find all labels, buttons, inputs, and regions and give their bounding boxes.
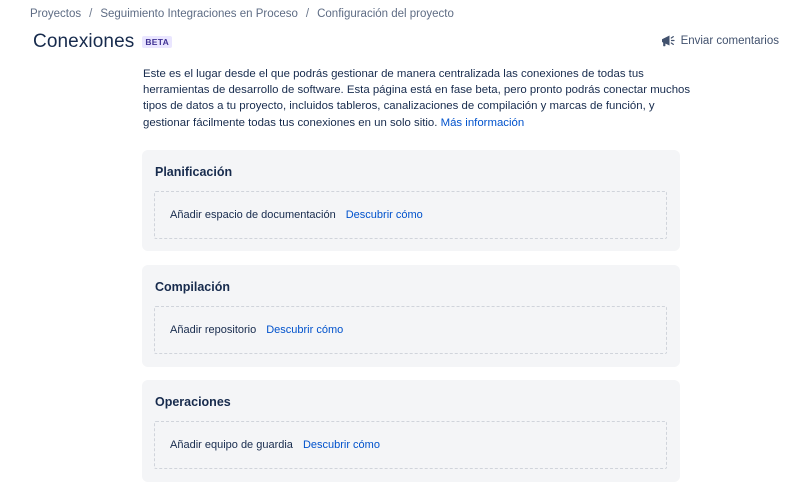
breadcrumb-separator: / bbox=[89, 8, 93, 20]
card-title: Planificación bbox=[155, 165, 233, 179]
card-planificacion: Planificación Añadir espacio de document… bbox=[142, 150, 680, 251]
card-operaciones: Operaciones Añadir equipo de guardia Des… bbox=[142, 380, 680, 482]
breadcrumb-separator: / bbox=[305, 8, 310, 20]
card-compilacion: Compilación Añadir repositorio Descubrir… bbox=[142, 265, 680, 367]
discover-how-link[interactable]: Descubrir cómo bbox=[303, 439, 380, 451]
card-title: Compilación bbox=[155, 280, 231, 294]
discover-how-link[interactable]: Descubrir cómo bbox=[266, 324, 343, 336]
more-info-link[interactable]: Más información bbox=[441, 117, 525, 129]
page-title: Conexiones bbox=[33, 31, 135, 52]
slot-label: Añadir espacio de documentación bbox=[170, 209, 336, 221]
discover-how-link[interactable]: Descubrir cómo bbox=[346, 209, 423, 221]
beta-badge: BETA bbox=[142, 36, 173, 48]
megaphone-icon bbox=[660, 33, 676, 49]
slot-label: Añadir equipo de guardia bbox=[170, 439, 293, 451]
empty-connection-slot: Añadir repositorio Descubrir cómo bbox=[154, 306, 667, 354]
slot-label: Añadir repositorio bbox=[170, 324, 257, 336]
feedback-label: Enviar comentarios bbox=[680, 35, 779, 47]
intro-paragraph: Este es el lugar desde el que podrás ges… bbox=[143, 66, 691, 131]
breadcrumb-project[interactable]: Seguimiento Integraciones en Proceso bbox=[100, 8, 298, 20]
breadcrumb-proyectos[interactable]: Proyectos bbox=[30, 8, 81, 20]
intro-text: Este es el lugar desde el que podrás ges… bbox=[143, 68, 691, 129]
empty-connection-slot: Añadir equipo de guardia Descubrir cómo bbox=[154, 421, 667, 469]
empty-connection-slot: Añadir espacio de documentación Descubri… bbox=[154, 191, 667, 239]
card-title: Operaciones bbox=[155, 395, 231, 409]
breadcrumb-settings[interactable]: Configuración del proyecto bbox=[317, 8, 454, 20]
feedback-button[interactable]: Enviar comentarios bbox=[660, 33, 779, 49]
title-row: Conexiones BETA bbox=[33, 31, 173, 53]
breadcrumb: Proyectos / Seguimiento Integraciones en… bbox=[30, 7, 454, 21]
